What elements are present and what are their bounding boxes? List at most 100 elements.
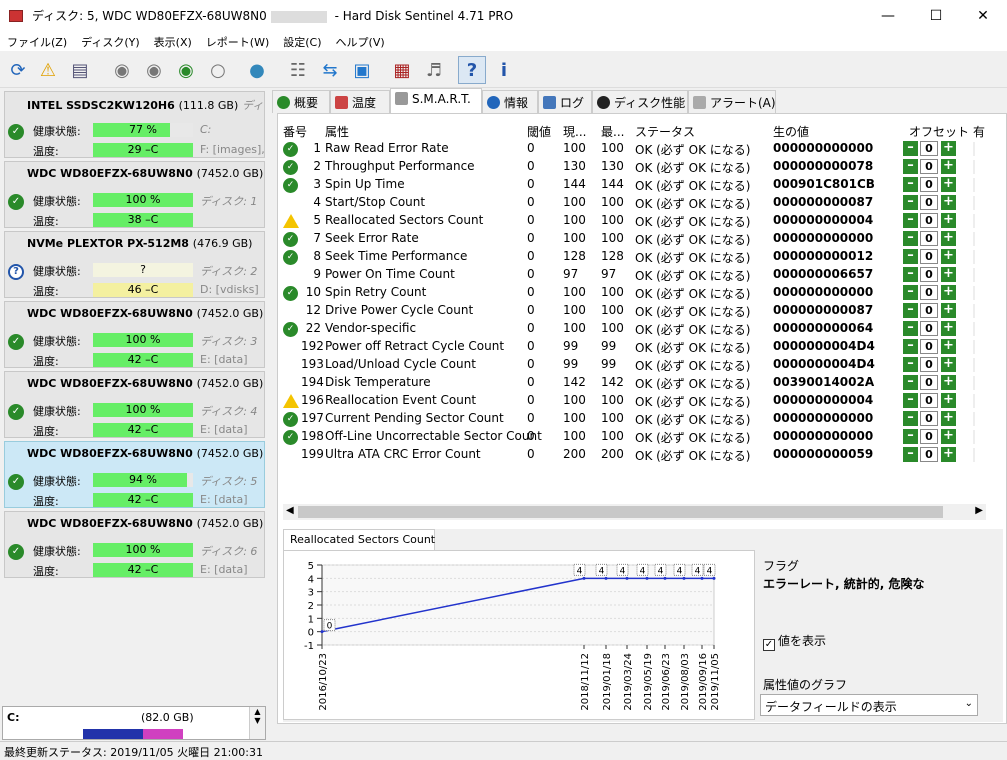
drive-icon[interactable]: ▤ bbox=[66, 56, 94, 84]
offset-value[interactable]: 0 bbox=[920, 339, 938, 354]
disk-card[interactable]: WDC WD80EFZX-68UW8N0 (7452.0 GB) ✓ 健康状態: 1… bbox=[4, 161, 265, 228]
menu-view[interactable]: 表示(X) bbox=[147, 31, 199, 51]
tab-temperature[interactable]: 温度 bbox=[330, 90, 390, 113]
col-attribute[interactable]: 属性 bbox=[325, 123, 349, 140]
minus-icon[interactable]: – bbox=[903, 141, 918, 156]
plus-icon[interactable]: + bbox=[941, 321, 956, 336]
offset-value[interactable]: 0 bbox=[920, 393, 938, 408]
offset-value[interactable]: 0 bbox=[920, 357, 938, 372]
minus-icon[interactable]: – bbox=[903, 321, 918, 336]
col-status[interactable]: ステータス bbox=[635, 123, 695, 140]
graph-select[interactable]: データフィールドの表示 ⌄ bbox=[760, 694, 978, 716]
smart-row[interactable]: ✓ 8 Seek Time Performance 0 128 128 OK (必ず OK … bbox=[283, 248, 986, 266]
plus-icon[interactable]: + bbox=[941, 357, 956, 372]
minus-icon[interactable]: – bbox=[903, 285, 918, 300]
disk-info-icon[interactable]: ◉ bbox=[140, 56, 168, 84]
plus-icon[interactable]: + bbox=[941, 393, 956, 408]
minus-icon[interactable]: – bbox=[903, 447, 918, 462]
plus-icon[interactable]: + bbox=[941, 411, 956, 426]
smart-row[interactable]: 196 Reallocation Event Count 0 100 100 OK (必ず… bbox=[283, 392, 986, 410]
menu-help[interactable]: ヘルプ(V) bbox=[329, 31, 392, 51]
chart-icon[interactable]: ▦ bbox=[388, 56, 416, 84]
offset-value[interactable]: 0 bbox=[920, 303, 938, 318]
plus-icon[interactable]: + bbox=[941, 249, 956, 264]
minus-icon[interactable]: – bbox=[903, 177, 918, 192]
checkbox-check-icon[interactable]: ✓ bbox=[763, 639, 775, 651]
tab-overview[interactable]: 概要 bbox=[272, 90, 330, 113]
sound-icon[interactable]: ♬ bbox=[420, 56, 448, 84]
offset-value[interactable]: 0 bbox=[920, 411, 938, 426]
disk-card[interactable]: NVMe PLEXTOR PX-512M8 (476.9 GB) ? 健康状態:?… bbox=[4, 231, 265, 298]
minus-icon[interactable]: – bbox=[903, 249, 918, 264]
disk-card[interactable]: WDC WD80EFZX-68UW8N0 (7452.0 GB) ✓ 健康状態: 1… bbox=[4, 301, 265, 368]
smart-row[interactable]: ✓ 3 Spin Up Time 0 144 144 OK (必ず OK になる) 00090… bbox=[283, 176, 986, 194]
minus-icon[interactable]: – bbox=[903, 429, 918, 444]
minus-icon[interactable]: – bbox=[903, 411, 918, 426]
smart-row[interactable]: ✓ 1 Raw Read Error Rate 0 100 100 OK (必ず OK にな… bbox=[283, 140, 986, 158]
smart-row[interactable]: 5 Reallocated Sectors Count 0 100 100 OK (必ず … bbox=[283, 212, 986, 230]
smart-row[interactable]: ✓ 198 Off-Line Uncorrectable Sector Count 0… bbox=[283, 428, 986, 446]
warning-refresh-icon[interactable]: ⚠ bbox=[34, 56, 62, 84]
col-current[interactable]: 現... bbox=[563, 123, 586, 140]
minus-icon[interactable]: – bbox=[903, 267, 918, 282]
disk-wipe-icon[interactable]: ○ bbox=[204, 56, 232, 84]
plus-icon[interactable]: + bbox=[941, 231, 956, 246]
offset-value[interactable]: 0 bbox=[920, 177, 938, 192]
smart-row[interactable]: 192 Power off Retract Cycle Count 0 99 99 OK … bbox=[283, 338, 986, 356]
plus-icon[interactable]: + bbox=[941, 141, 956, 156]
plus-icon[interactable]: + bbox=[941, 213, 956, 228]
network-icon[interactable]: ▣ bbox=[348, 56, 376, 84]
chart-tab[interactable]: Reallocated Sectors Count bbox=[283, 529, 435, 550]
smart-row[interactable]: ✓ 22 Vendor-specific 0 100 100 OK (必ず OK になる) 0… bbox=[283, 320, 986, 338]
smart-row[interactable]: 194 Disk Temperature 0 142 142 OK (必ず OK になる)… bbox=[283, 374, 986, 392]
offset-value[interactable]: 0 bbox=[920, 159, 938, 174]
col-id[interactable]: 番号 bbox=[283, 123, 307, 140]
minus-icon[interactable]: – bbox=[903, 213, 918, 228]
offset-value[interactable]: 0 bbox=[920, 231, 938, 246]
offset-value[interactable]: 0 bbox=[920, 429, 938, 444]
smart-row[interactable]: 193 Load/Unload Cycle Count 0 99 99 OK (必ず OK… bbox=[283, 356, 986, 374]
col-enabled[interactable]: 有 bbox=[973, 123, 985, 140]
plus-icon[interactable]: + bbox=[941, 285, 956, 300]
offset-value[interactable]: 0 bbox=[920, 267, 938, 282]
minus-icon[interactable]: – bbox=[903, 231, 918, 246]
plus-icon[interactable]: + bbox=[941, 339, 956, 354]
offset-value[interactable]: 0 bbox=[920, 249, 938, 264]
tab-smart[interactable]: S.M.A.R.T. bbox=[390, 88, 482, 113]
offset-value[interactable]: 0 bbox=[920, 321, 938, 336]
minus-icon[interactable]: – bbox=[903, 159, 918, 174]
plus-icon[interactable]: + bbox=[941, 447, 956, 462]
minus-icon[interactable]: – bbox=[903, 303, 918, 318]
smart-row[interactable]: ✓ 10 Spin Retry Count 0 100 100 OK (必ず OK になる)… bbox=[283, 284, 986, 302]
menu-report[interactable]: レポート(W) bbox=[199, 31, 276, 51]
offset-value[interactable]: 0 bbox=[920, 447, 938, 462]
partition-scrollbar[interactable]: ▲ ▼ bbox=[249, 707, 265, 739]
disk-ok-icon[interactable]: ◉ bbox=[172, 56, 200, 84]
offset-value[interactable]: 0 bbox=[920, 141, 938, 156]
col-threshold[interactable]: 閾値 bbox=[527, 123, 551, 140]
disk-card[interactable]: WDC WD80EFZX-68UW8N0 (7452.0 GB) ✓ 健康状態: 1… bbox=[4, 371, 265, 438]
plus-icon[interactable]: + bbox=[941, 159, 956, 174]
show-values-checkbox[interactable]: ✓ 値を表示 bbox=[763, 632, 826, 651]
col-worst[interactable]: 最... bbox=[601, 123, 624, 140]
menu-file[interactable]: ファイル(Z) bbox=[0, 31, 74, 51]
menu-settings[interactable]: 設定(C) bbox=[276, 31, 328, 51]
plus-icon[interactable]: + bbox=[941, 303, 956, 318]
disk-card[interactable]: INTEL SSDSC2KW120H6 (111.8 GB) ディスク:✓ 健康状… bbox=[4, 91, 265, 158]
tab-performance[interactable]: ディスク性能 bbox=[592, 90, 688, 113]
minimize-button[interactable]: — bbox=[865, 0, 911, 31]
refresh-icon[interactable]: ⟳ bbox=[4, 56, 32, 84]
scroll-thumb[interactable] bbox=[298, 506, 943, 518]
disk-card[interactable]: WDC WD80EFZX-68UW8N0 (7452.0 GB) ✓ 健康状態: 9… bbox=[4, 441, 265, 508]
close-button[interactable]: ✕ bbox=[960, 0, 1006, 31]
maximize-button[interactable]: ☐ bbox=[913, 0, 959, 31]
minus-icon[interactable]: – bbox=[903, 339, 918, 354]
smart-row[interactable]: ✓ 197 Current Pending Sector Count 0 100 100 O… bbox=[283, 410, 986, 428]
plus-icon[interactable]: + bbox=[941, 429, 956, 444]
smart-row[interactable]: 4 Start/Stop Count 0 100 100 OK (必ず OK になる) 00… bbox=[283, 194, 986, 212]
tab-info[interactable]: 情報 bbox=[482, 90, 538, 113]
plus-icon[interactable]: + bbox=[941, 177, 956, 192]
offset-value[interactable]: 0 bbox=[920, 213, 938, 228]
send-icon[interactable]: ⇆ bbox=[316, 56, 344, 84]
disk-test-icon[interactable]: ◉ bbox=[108, 56, 136, 84]
